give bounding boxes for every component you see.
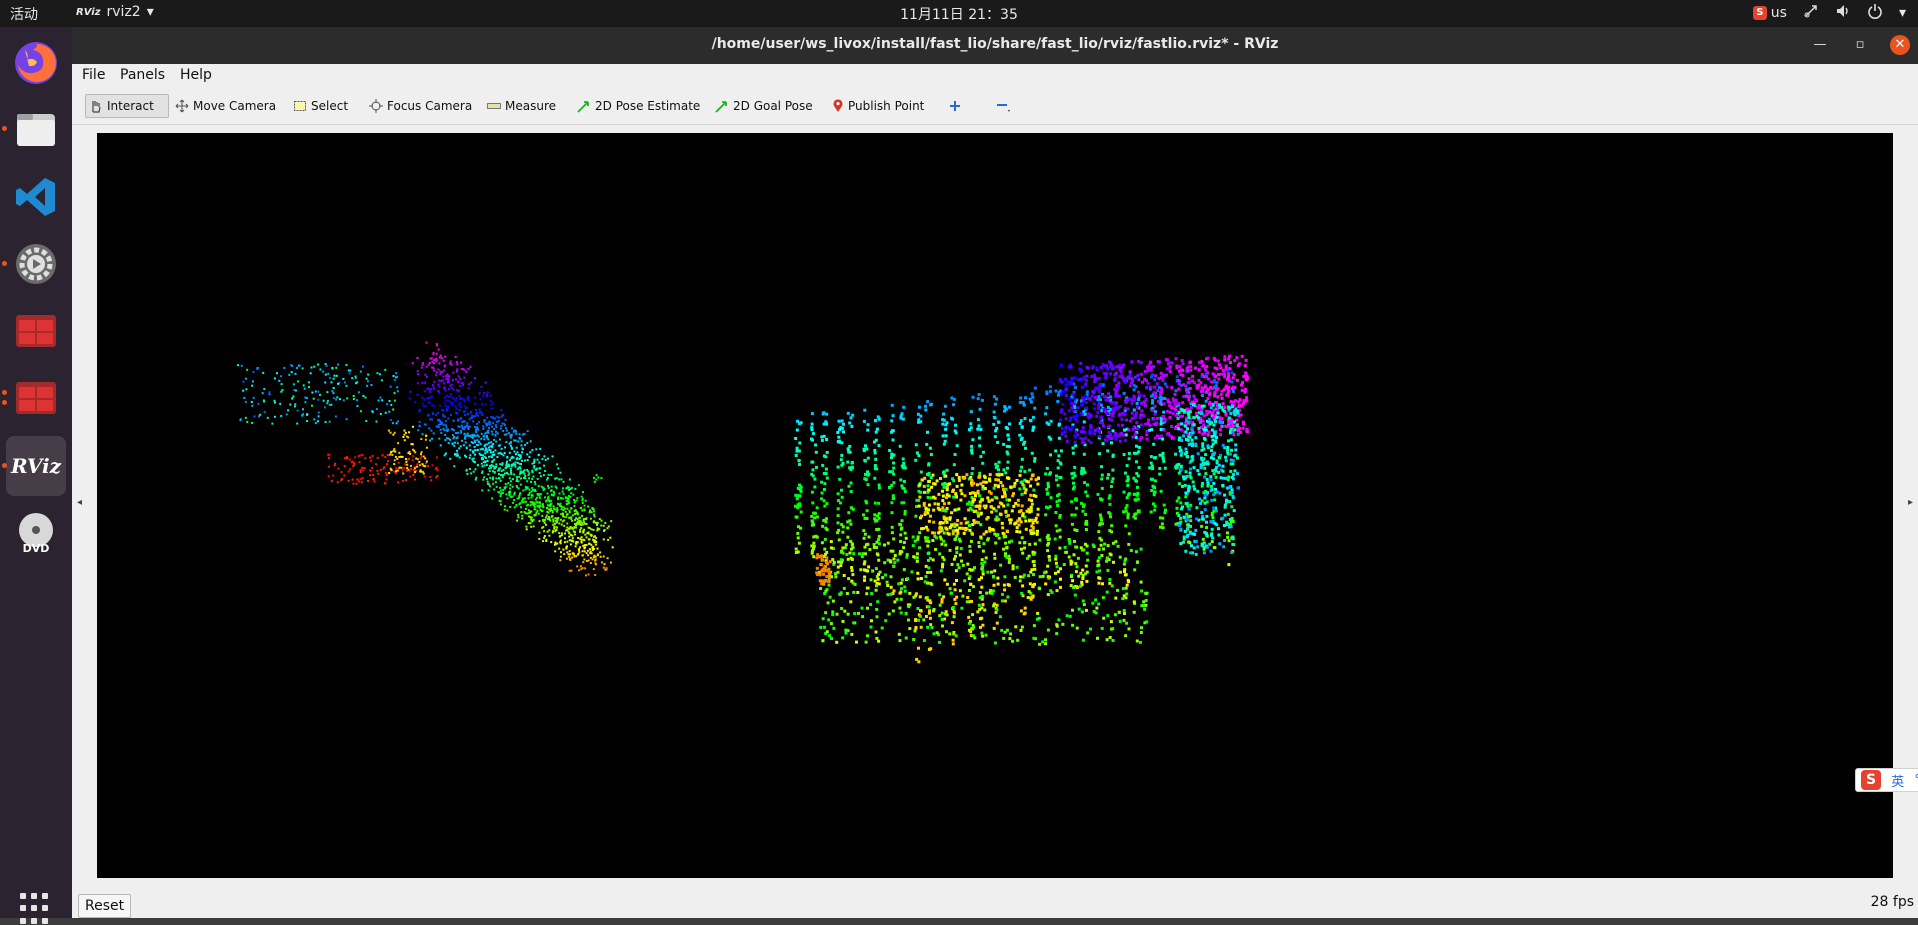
terminal-launcher[interactable] <box>6 301 66 361</box>
input-method-label: us <box>1771 5 1787 21</box>
application-dock: RViz DVD <box>0 27 72 918</box>
tool-select[interactable]: Select <box>290 94 351 118</box>
tool-label: Focus Camera <box>387 99 472 113</box>
svg-text:DVD: DVD <box>23 542 50 555</box>
crosshair-icon <box>369 99 383 113</box>
running-indicator <box>2 463 7 468</box>
select-box-icon <box>293 99 307 113</box>
fps-readout: 28 fps <box>1871 894 1914 910</box>
menu-help[interactable]: Help <box>180 67 212 83</box>
tool-publish-point[interactable]: Publish Point <box>829 94 927 118</box>
ime-floating-toolbar[interactable]: S 英 °, 拼 ⚙ <box>1855 768 1918 792</box>
minus-icon <box>995 98 1013 114</box>
chevron-down-icon[interactable]: ▾ <box>1899 5 1906 21</box>
folder-icon <box>13 106 59 152</box>
volume-icon[interactable] <box>1835 3 1851 23</box>
menu-file[interactable]: File <box>82 67 105 83</box>
status-bar: Reset 28 fps <box>72 888 1918 918</box>
map-pin-icon <box>832 99 844 113</box>
rviz-window: /home/user/ws_livox/install/fast_lio/sha… <box>72 27 1918 918</box>
3d-render-viewport[interactable] <box>97 133 1893 878</box>
menu-bar: File Panels Help <box>72 64 1918 88</box>
chevron-down-icon: ▾ <box>147 4 154 20</box>
system-top-bar: 活动 RViz rviz2 ▾ 11月11日 21：35 S us ▾ <box>0 0 1918 27</box>
running-indicator <box>2 400 7 405</box>
rviz-logo-icon: RViz <box>11 454 61 478</box>
minimize-icon[interactable]: — <box>1810 35 1830 55</box>
tool-label: Select <box>311 99 348 113</box>
collapse-right-panel-icon[interactable]: ▸ <box>1908 497 1913 508</box>
green-arrow-icon <box>715 99 729 113</box>
clock[interactable]: 11月11日 21：35 <box>900 7 1018 23</box>
app-menu-label: rviz2 <box>107 4 141 20</box>
tool-label: 2D Goal Pose <box>733 99 813 113</box>
tool-2d-goal-pose[interactable]: 2D Goal Pose <box>712 94 816 118</box>
terminal-icon <box>13 375 59 421</box>
tool-interact[interactable]: Interact <box>85 94 169 118</box>
plus-icon <box>948 99 962 113</box>
window-titlebar[interactable]: /home/user/ws_livox/install/fast_lio/sha… <box>72 27 1918 64</box>
hand-icon <box>89 99 103 113</box>
tool-label: Measure <box>505 99 556 113</box>
dvd-icon: DVD <box>13 510 59 556</box>
power-icon[interactable] <box>1867 3 1883 23</box>
running-indicator <box>2 390 7 395</box>
ime-mode-toggle[interactable]: 英 <box>1891 771 1904 790</box>
tool-measure[interactable]: Measure <box>484 94 559 118</box>
input-method-indicator[interactable]: S us <box>1753 5 1787 21</box>
sogou-icon: S <box>1753 6 1767 20</box>
network-icon[interactable] <box>1803 3 1819 23</box>
ime-punctuation-toggle[interactable]: °, <box>1914 773 1918 788</box>
ruler-icon <box>487 99 501 113</box>
terminal-icon <box>13 308 59 354</box>
collapse-left-panel-icon[interactable]: ◂ <box>77 497 82 508</box>
tool-move-camera[interactable]: Move Camera <box>172 94 279 118</box>
files-launcher[interactable] <box>6 99 66 159</box>
show-applications-icon[interactable] <box>20 893 52 925</box>
system-tray: S us ▾ <box>1753 3 1906 23</box>
vscode-icon <box>13 174 59 220</box>
window-title: /home/user/ws_livox/install/fast_lio/sha… <box>72 36 1918 52</box>
remove-tool-button[interactable] <box>992 94 1016 118</box>
running-indicator <box>2 261 7 266</box>
dvd-launcher[interactable]: DVD <box>6 503 66 563</box>
tool-label: Publish Point <box>848 99 924 113</box>
tool-label: 2D Pose Estimate <box>595 99 700 113</box>
settings-launcher[interactable] <box>6 234 66 294</box>
running-indicator <box>2 126 7 131</box>
terminal-launcher-2[interactable] <box>6 368 66 428</box>
point-cloud-cluster-left <box>237 342 614 577</box>
rviz-app-icon: RViz <box>76 7 101 18</box>
tools-toolbar: Interact Move Camera Select Focus Camera… <box>72 88 1918 125</box>
sogou-logo-icon: S <box>1861 770 1881 790</box>
firefox-icon <box>13 40 59 86</box>
point-cloud-render <box>97 133 1893 878</box>
tool-label: Move Camera <box>193 99 276 113</box>
menu-panels[interactable]: Panels <box>120 67 165 83</box>
restore-icon[interactable]: ▫ <box>1850 35 1870 55</box>
reset-button[interactable]: Reset <box>78 894 131 918</box>
app-menu[interactable]: RViz rviz2 ▾ <box>76 4 154 20</box>
move-arrows-icon <box>175 99 189 113</box>
green-arrow-icon <box>577 99 591 113</box>
activities-button[interactable]: 活动 <box>10 4 38 24</box>
tool-focus-camera[interactable]: Focus Camera <box>366 94 475 118</box>
point-cloud-cluster-right <box>794 355 1249 664</box>
firefox-launcher[interactable] <box>6 33 66 93</box>
rviz-launcher[interactable]: RViz <box>6 436 66 496</box>
tool-2d-pose-estimate[interactable]: 2D Pose Estimate <box>574 94 703 118</box>
add-tool-button[interactable] <box>945 94 965 118</box>
vscode-launcher[interactable] <box>6 167 66 227</box>
close-icon[interactable]: ✕ <box>1890 35 1910 55</box>
gear-icon <box>13 241 59 287</box>
tool-label: Interact <box>107 99 154 113</box>
